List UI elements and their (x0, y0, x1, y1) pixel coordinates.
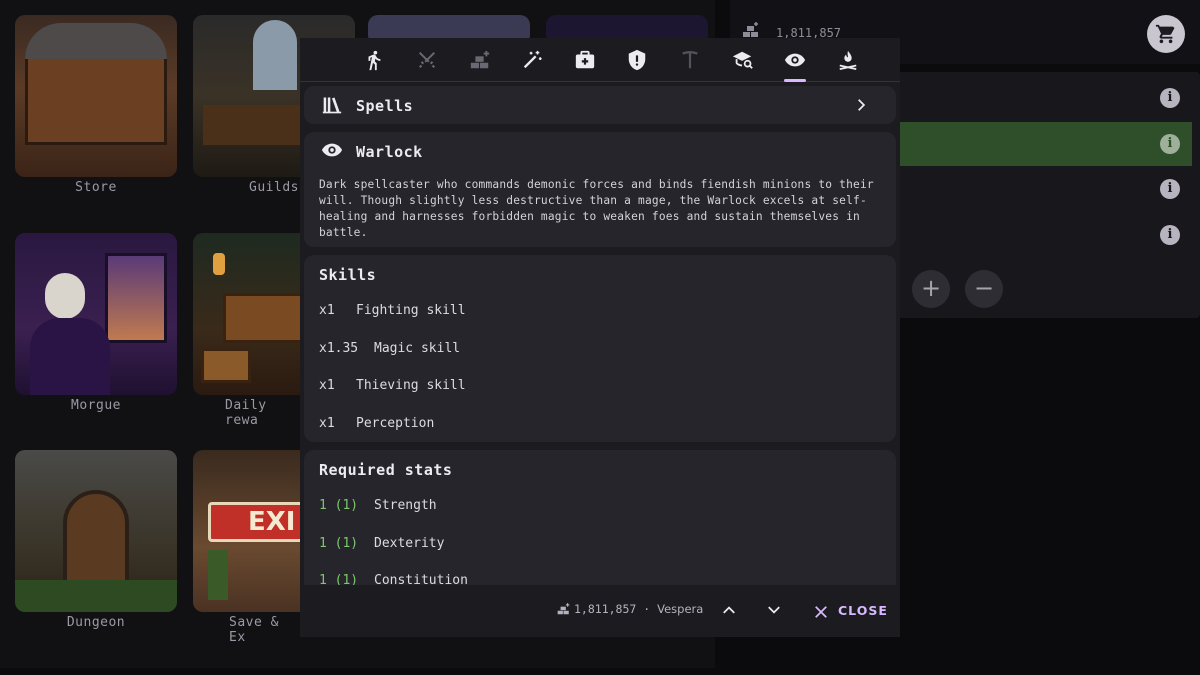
skill-row: x1 Thieving skill (319, 378, 466, 393)
dungeon-tile[interactable] (15, 450, 177, 612)
tab-bar (300, 38, 900, 82)
school-search-icon (732, 51, 753, 69)
store-tile[interactable] (15, 15, 177, 177)
skill-row: x1.35 Magic skill (319, 341, 460, 356)
tab-gathering[interactable] (676, 46, 704, 74)
skill-row: x1 Fighting skill (319, 303, 466, 318)
gold-bars-icon (557, 603, 570, 615)
crossed-swords-icon (418, 51, 436, 69)
tab-movement[interactable] (360, 46, 388, 74)
skill-multiplier: x1 (319, 303, 335, 318)
stat-requirement: 1 (1) (319, 536, 359, 551)
stat-requirement: 1 (1) (319, 573, 359, 585)
magic-wand-icon (523, 50, 542, 69)
stat-row: 1 (1) Dexterity (319, 536, 444, 551)
info-icon[interactable]: i (1160, 225, 1180, 245)
skill-multiplier: x1 (319, 416, 335, 431)
books-icon (322, 97, 342, 114)
dialog-content[interactable]: Spells Warlock Dark spellcaster who comm… (300, 83, 900, 585)
close-icon (815, 606, 827, 618)
shop-cart-button[interactable] (1147, 15, 1185, 53)
tab-camp[interactable] (834, 46, 862, 74)
tab-knowledge[interactable] (729, 46, 757, 74)
eye-icon (321, 143, 343, 157)
tile-label: Morgue (71, 398, 121, 413)
class-card: Warlock Dark spellcaster who commands de… (304, 132, 896, 247)
required-stats-title: Required stats (319, 461, 453, 479)
chevron-right-icon (858, 99, 866, 111)
skill-name: Fighting skill (356, 303, 466, 318)
tab-wealth[interactable] (466, 46, 494, 74)
chevron-up-icon[interactable] (722, 603, 736, 617)
remove-button[interactable]: − (965, 270, 1003, 308)
skills-title: Skills (319, 266, 377, 284)
shield-icon (628, 49, 646, 71)
spells-label: Spells (356, 97, 414, 115)
info-icon[interactable]: i (1160, 134, 1180, 154)
morgue-tile[interactable] (15, 233, 177, 395)
stat-requirement: 1 (1) (319, 498, 359, 513)
skill-name: Magic skill (374, 341, 461, 356)
add-button[interactable]: + (912, 270, 950, 308)
medkit-icon (575, 50, 595, 69)
skill-multiplier: x1 (319, 378, 335, 393)
walking-person-icon (368, 50, 381, 71)
footer-character: Vespera (657, 602, 704, 616)
pickaxe-icon (682, 51, 698, 69)
skill-name: Thieving skill (356, 378, 466, 393)
stat-name: Constitution (374, 573, 468, 585)
skills-card: Skills x1 Fighting skill x1.35 Magic skill… (304, 255, 896, 442)
skill-row: x1 Perception (319, 416, 434, 431)
stat-name: Strength (374, 498, 437, 513)
tab-defense[interactable] (623, 46, 651, 74)
skill-multiplier: x1.35 (319, 341, 359, 356)
skill-name: Perception (356, 416, 435, 431)
tile-label: Daily rewa (225, 398, 267, 428)
class-description: Dark spellcaster who commands demonic fo… (319, 178, 874, 239)
active-tab-indicator (784, 79, 806, 82)
dialog-footer: 1,811,857 · Vespera CLOSE (300, 585, 900, 637)
tile-label: Save & Ex (229, 615, 279, 645)
campfire-icon (839, 50, 857, 71)
info-icon[interactable]: i (1160, 88, 1180, 108)
stat-row: 1 (1) Constitution (319, 573, 468, 585)
class-details-dialog: Spells Warlock Dark spellcaster who comm… (300, 38, 900, 637)
eye-icon (784, 53, 806, 67)
gold-bars-icon (470, 50, 490, 69)
tab-combat[interactable] (413, 46, 441, 74)
required-stats-card: Required stats 1 (1) Strength 1 (1) Dexter… (304, 450, 896, 585)
footer-separator: · (643, 602, 651, 616)
footer-gold: 1,811,857 (574, 602, 637, 616)
tile-label: Store (75, 180, 117, 195)
close-label: CLOSE (838, 603, 888, 618)
stat-name: Dexterity (374, 536, 445, 551)
footer-status: 1,811,857 · Vespera (574, 602, 703, 616)
cart-icon (1155, 24, 1175, 44)
tab-class[interactable] (781, 46, 809, 74)
tile-label: Dungeon (66, 615, 126, 630)
stat-row: 1 (1) Strength (319, 498, 437, 513)
tab-health[interactable] (571, 46, 599, 74)
info-icon[interactable]: i (1160, 179, 1180, 199)
tab-magic[interactable] (518, 46, 546, 74)
chevron-down-icon[interactable] (767, 603, 781, 617)
class-name: Warlock (356, 143, 423, 161)
spells-link[interactable]: Spells (304, 86, 896, 124)
